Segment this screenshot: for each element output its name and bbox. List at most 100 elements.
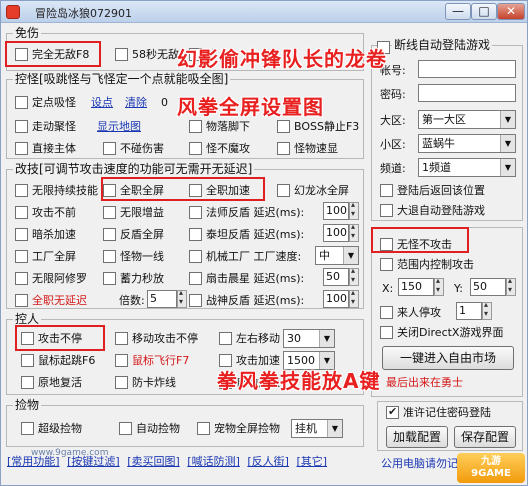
title-bar[interactable]: 冒险岛冰狼072901 — □ ✕ xyxy=(1,1,527,23)
close-directx-checkbox[interactable]: 关闭DirectX游戏界面 xyxy=(380,326,503,339)
war-god-delay-input[interactable]: 100 xyxy=(323,290,349,308)
checkbox-box[interactable] xyxy=(21,376,34,389)
checkbox-box[interactable] xyxy=(380,238,393,251)
checkbox-box[interactable] xyxy=(103,142,116,155)
checkbox-box[interactable] xyxy=(380,306,393,319)
titan-shield-checkbox[interactable]: 泰坦反盾 延迟(ms): xyxy=(189,228,304,241)
x-input[interactable]: 150 xyxy=(398,278,434,296)
anti-bomb-checkbox[interactable]: 防卡炸线 xyxy=(115,376,176,389)
checkbox-box[interactable] xyxy=(277,120,290,133)
super-pickup-checkbox[interactable]: 超级捡物 xyxy=(21,422,82,435)
all-job-no-delay-checkbox[interactable]: 全职无延迟 xyxy=(15,294,87,307)
checkbox-box[interactable] xyxy=(103,228,116,241)
checkbox-box[interactable] xyxy=(115,354,128,367)
fan-delay-input[interactable]: 50 xyxy=(323,268,349,286)
move-value-select[interactable]: 30 ▼ xyxy=(283,329,335,348)
nav-link-shout[interactable]: [喊话防测] xyxy=(187,455,240,468)
hangup-select[interactable]: 挂机 ▼ xyxy=(291,419,343,438)
checkbox-box[interactable] xyxy=(15,142,28,155)
all-job-fullscreen-checkbox[interactable]: 全职全屏 xyxy=(103,184,164,197)
load-config-button[interactable]: 加载配置 xyxy=(386,426,448,448)
drop-feet-checkbox[interactable]: 物落脚下 xyxy=(189,120,250,133)
checkbox-box[interactable] xyxy=(15,96,28,109)
enter-market-button[interactable]: 一键进入自由市场 xyxy=(382,346,514,370)
checkbox-box[interactable] xyxy=(15,120,28,133)
checkbox-box[interactable] xyxy=(189,120,202,133)
checkbox-box[interactable] xyxy=(115,376,128,389)
nav-link-buy-sell[interactable]: [卖买回图] xyxy=(127,455,180,468)
checkbox-box[interactable] xyxy=(380,204,393,217)
checkbox-box[interactable] xyxy=(197,422,210,435)
checkbox-box[interactable] xyxy=(189,250,202,263)
checkbox-box[interactable] xyxy=(189,142,202,155)
charge-instant-checkbox[interactable]: 蓄力秒放 xyxy=(103,272,164,285)
nav-link-other[interactable]: [其它] xyxy=(296,455,327,468)
auto-login-checkbox[interactable]: 大退自动登陆游戏 xyxy=(380,204,485,217)
show-map-link[interactable]: 显示地图 xyxy=(97,120,141,133)
save-config-button[interactable]: 保存配置 xyxy=(454,426,516,448)
close-button[interactable]: ✕ xyxy=(497,3,525,20)
multiplier-spinner[interactable] xyxy=(177,288,187,308)
direct-main-checkbox[interactable]: 直接主体 xyxy=(15,142,76,155)
fan-delay-spinner[interactable] xyxy=(349,266,359,286)
titan-delay-input[interactable]: 100 xyxy=(323,224,349,242)
account-input[interactable] xyxy=(418,60,516,78)
checkbox-box[interactable] xyxy=(15,206,28,219)
left-right-move-checkbox[interactable]: 左右移动 xyxy=(219,332,280,345)
pet-fullscreen-pickup-checkbox[interactable]: 宠物全屏捡物 xyxy=(197,422,280,435)
phantom-dragon-fullscreen-checkbox[interactable]: 幻龙冰全屏 xyxy=(277,184,349,197)
factory-fullscreen-checkbox[interactable]: 工厂全屏 xyxy=(15,250,76,263)
fixed-suck-checkbox[interactable]: 定点吸怪 xyxy=(15,96,76,109)
area-select[interactable]: 第一大区 ▼ xyxy=(418,110,516,129)
reverse-shield-fullscreen-checkbox[interactable]: 反盾全屏 xyxy=(103,228,164,241)
checkbox-box[interactable] xyxy=(15,250,28,263)
small-area-select[interactable]: 蓝蜗牛 ▼ xyxy=(418,134,516,153)
checkbox-box[interactable] xyxy=(189,206,202,219)
checkbox-box[interactable] xyxy=(189,228,202,241)
move-attack-no-stop-checkbox[interactable]: 移动攻击不停 xyxy=(115,332,198,345)
checkbox-box[interactable] xyxy=(15,184,28,197)
checkbox-box[interactable] xyxy=(15,228,28,241)
checkbox-box[interactable] xyxy=(189,184,202,197)
checkbox-box[interactable] xyxy=(380,184,393,197)
visitor-input[interactable]: 1 xyxy=(456,302,482,320)
range-control-checkbox[interactable]: 范围内控制攻击 xyxy=(380,258,474,271)
checkbox-box[interactable] xyxy=(21,422,34,435)
checkbox-box[interactable] xyxy=(277,142,290,155)
mouse-pick-checkbox[interactable]: 鼠标起跳F6 xyxy=(21,354,95,367)
x-spinner[interactable] xyxy=(434,276,444,296)
checkbox-box[interactable] xyxy=(119,422,132,435)
auto-pickup-checkbox[interactable]: 自动捡物 xyxy=(119,422,180,435)
attack-no-stop-checkbox[interactable]: 攻击不停 xyxy=(21,332,82,345)
checkbox-box[interactable] xyxy=(21,332,34,345)
titan-delay-spinner[interactable] xyxy=(349,222,359,242)
checkbox-box[interactable] xyxy=(189,272,202,285)
checkbox-box[interactable] xyxy=(277,184,290,197)
checkbox-box[interactable] xyxy=(15,294,28,307)
monster-line-checkbox[interactable]: 怪物一线 xyxy=(103,250,164,263)
maximize-button[interactable]: □ xyxy=(471,3,497,20)
checkbox-box[interactable] xyxy=(103,206,116,219)
war-god-shield-checkbox[interactable]: 战神反盾 延迟(ms): xyxy=(189,294,304,307)
factory-speed-select[interactable]: 中 ▼ xyxy=(315,246,359,265)
walk-suck-checkbox[interactable]: 走动聚怪 xyxy=(15,120,76,133)
y-spinner[interactable] xyxy=(506,276,516,296)
monster-no-move-checkbox[interactable]: 怪不魔攻 xyxy=(189,142,250,155)
war-god-delay-spinner[interactable] xyxy=(349,288,359,308)
y-input[interactable]: 50 xyxy=(470,278,506,296)
checkbox-box[interactable] xyxy=(115,48,128,61)
checkbox-box[interactable] xyxy=(15,48,28,61)
set-point-link[interactable]: 设点 xyxy=(91,96,113,109)
mage-delay-input[interactable]: 100 xyxy=(323,202,349,220)
infinite-skill-checkbox[interactable]: 无限持续技能 xyxy=(15,184,98,197)
checkbox-box[interactable] xyxy=(103,272,116,285)
channel-select[interactable]: 1频道 ▼ xyxy=(418,158,516,177)
checkbox-box[interactable] xyxy=(15,272,28,285)
mage-shield-checkbox[interactable]: 法师反盾 延迟(ms): xyxy=(189,206,304,219)
clear-link[interactable]: 清除 xyxy=(125,96,147,109)
checkbox-box[interactable] xyxy=(21,354,34,367)
multiplier-input[interactable]: 5 xyxy=(147,290,177,308)
minimize-button[interactable]: — xyxy=(445,3,471,20)
visitor-spinner[interactable] xyxy=(482,300,492,320)
nav-link-anti-street[interactable]: [反人街] xyxy=(247,455,289,468)
